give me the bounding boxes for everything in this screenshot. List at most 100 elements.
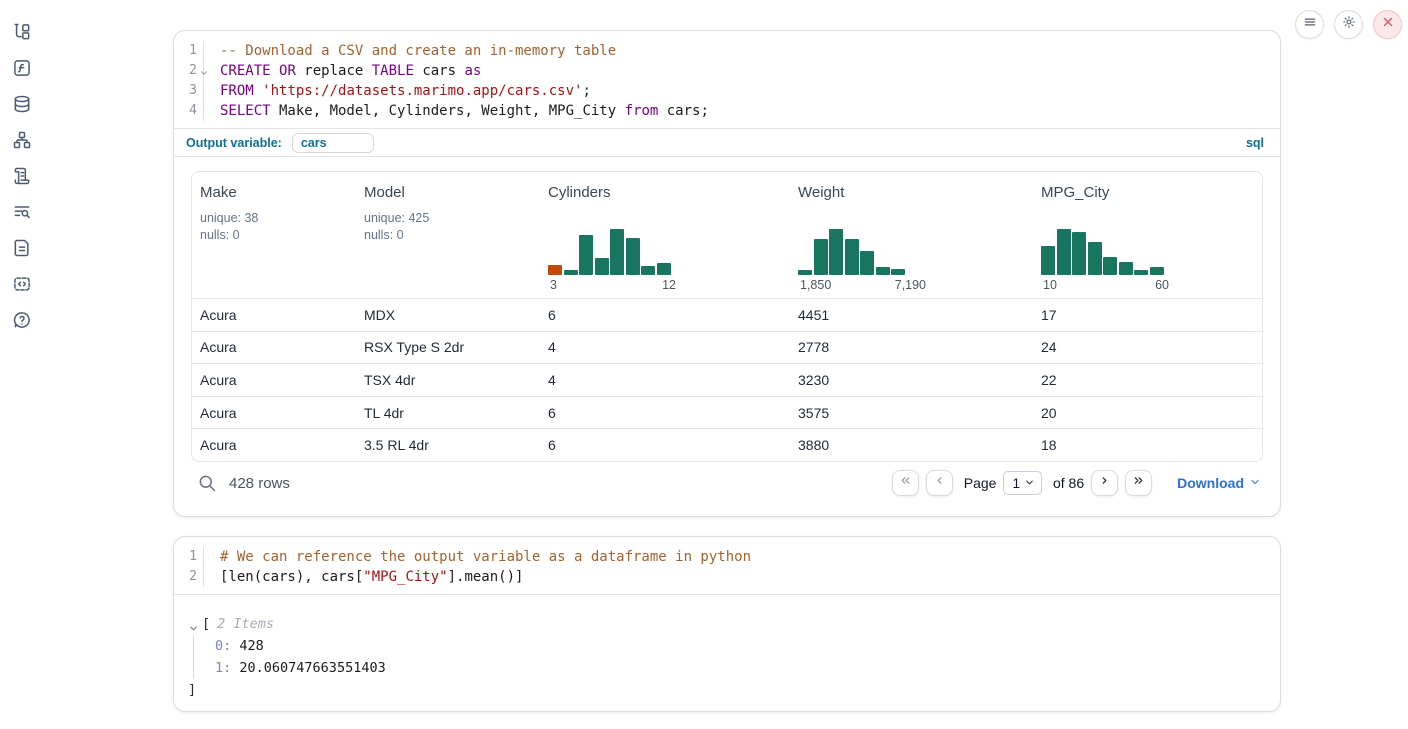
histogram-bar <box>1119 262 1133 275</box>
histogram-bar <box>1057 229 1071 275</box>
language-badge: sql <box>1246 136 1264 150</box>
tree-entries: 0: 428 1: 20.060747663551403 <box>193 635 1280 679</box>
table-cell: Acura <box>192 429 356 461</box>
menu-button[interactable] <box>1295 10 1324 39</box>
row-count: 428 rows <box>229 475 290 492</box>
items-count-label: 2 Items <box>217 613 274 635</box>
logs-icon[interactable] <box>12 202 32 222</box>
python-output-panel: [ 2 Items 0: 428 1: 20.060747663551403 ] <box>174 595 1280 701</box>
column-stats: unique: 425 nulls: 0 <box>364 210 532 244</box>
chevron-down-icon <box>1024 476 1035 491</box>
table-header-row: Make unique: 38 nulls: 0 Model unique: 4… <box>192 172 1262 298</box>
page-label: Page <box>964 475 997 491</box>
chevron-right-icon <box>1098 474 1111 492</box>
column-header-mpg-city[interactable]: MPG_City 1060 <box>1033 172 1262 298</box>
table-footer: 428 rows Page 1 of 86 <box>191 466 1261 500</box>
column-header-cylinders[interactable]: Cylinders 3 12 <box>540 172 790 298</box>
dependency-graph-icon[interactable] <box>12 130 32 150</box>
histogram-bar <box>1088 242 1102 275</box>
table-cell: 3575 <box>790 397 1033 429</box>
previous-page-button[interactable] <box>926 470 953 496</box>
histogram-bar <box>829 229 843 275</box>
snippets-icon[interactable] <box>12 274 32 294</box>
table-row[interactable]: AcuraTL 4dr6357520 <box>192 396 1262 429</box>
column-header-weight[interactable]: Weight 1,8507,190 <box>790 172 1033 298</box>
file-explorer-icon[interactable] <box>12 22 32 42</box>
column-header-make[interactable]: Make unique: 38 nulls: 0 <box>192 172 356 298</box>
histogram-bar <box>798 270 812 275</box>
table-cell: 3880 <box>790 429 1033 461</box>
output-variable-input[interactable] <box>292 133 374 153</box>
histogram-bar <box>891 269 905 275</box>
search-icon[interactable] <box>197 473 217 493</box>
chevrons-right-icon <box>1132 474 1145 492</box>
entry-key: 1: <box>215 660 231 676</box>
histogram-bar <box>548 265 562 275</box>
documentation-icon[interactable] <box>12 238 32 258</box>
table-cell: MDX <box>356 299 540 331</box>
histogram-bar <box>641 266 655 275</box>
table-cell: 4 <box>540 332 790 364</box>
axis-max-label: 12 <box>662 278 676 292</box>
pagination: Page 1 of 86 Download <box>892 470 1261 496</box>
last-page-button[interactable] <box>1125 470 1152 496</box>
entry-value: 428 <box>239 638 263 654</box>
axis-min-label: 1,850 <box>800 278 831 292</box>
fold-chevron-icon[interactable] <box>199 65 209 75</box>
window-controls <box>1295 10 1402 39</box>
table-cell: Acura <box>192 397 356 429</box>
table-cell: TSX 4dr <box>356 364 540 396</box>
line-number-gutter: 12 <box>174 547 204 587</box>
axis-min-label: 3 <box>550 278 557 292</box>
first-page-button[interactable] <box>892 470 919 496</box>
table-cell: 20 <box>1033 397 1262 429</box>
column-header-model[interactable]: Model unique: 425 nulls: 0 <box>356 172 540 298</box>
mpg-city-histogram: 1060 <box>1041 227 1171 292</box>
table-cell: 6 <box>540 429 790 461</box>
tree-collapse-icon[interactable] <box>188 619 199 630</box>
output-variable-label: Output variable: <box>186 136 282 150</box>
variables-icon[interactable] <box>12 58 32 78</box>
help-icon[interactable] <box>12 310 32 330</box>
settings-button[interactable] <box>1334 10 1363 39</box>
table-cell: 22 <box>1033 364 1262 396</box>
table-row[interactable]: AcuraRSX Type S 2dr4277824 <box>192 331 1262 364</box>
page-select[interactable]: 1 <box>1003 471 1042 495</box>
column-label: MPG_City <box>1041 184 1254 201</box>
datasources-icon[interactable] <box>12 94 32 114</box>
shutdown-button[interactable] <box>1373 10 1402 39</box>
outline-icon[interactable] <box>12 166 32 186</box>
next-page-button[interactable] <box>1091 470 1118 496</box>
column-label: Cylinders <box>548 184 782 201</box>
histogram-bar <box>876 267 890 275</box>
histogram-bar <box>610 229 624 275</box>
download-button[interactable]: Download <box>1177 475 1261 491</box>
sql-code-editor[interactable]: 1234 -- Download a CSV and create an in-… <box>174 31 1280 129</box>
table-cell: 4 <box>540 364 790 396</box>
table-row[interactable]: AcuraTSX 4dr4323022 <box>192 363 1262 396</box>
table-cell: 2778 <box>790 332 1033 364</box>
table-cell: 4451 <box>790 299 1033 331</box>
table-row[interactable]: Acura3.5 RL 4dr6388018 <box>192 428 1262 461</box>
axis-max-label: 60 <box>1155 278 1169 292</box>
cylinders-histogram: 3 12 <box>548 227 678 292</box>
left-sidebar <box>0 0 44 729</box>
chevron-down-icon <box>1249 475 1261 491</box>
column-stats: unique: 38 nulls: 0 <box>200 210 348 244</box>
table-row[interactable]: AcuraMDX6445117 <box>192 298 1262 331</box>
sql-cell: 1234 -- Download a CSV and create an in-… <box>173 30 1281 517</box>
python-code-editor[interactable]: 12 # We can reference the output variabl… <box>174 537 1280 595</box>
histogram-bar <box>814 239 828 275</box>
table-cell: Acura <box>192 299 356 331</box>
result-table: Make unique: 38 nulls: 0 Model unique: 4… <box>191 171 1263 462</box>
axis-max-label: 7,190 <box>895 278 926 292</box>
chevron-left-icon <box>933 474 946 492</box>
python-cell: 12 # We can reference the output variabl… <box>173 536 1281 712</box>
histogram-bar <box>845 239 859 275</box>
page-total-label: of 86 <box>1053 475 1084 491</box>
output-variable-row: Output variable: sql <box>174 129 1280 157</box>
line-number-gutter: 1234 <box>174 41 204 121</box>
close-icon <box>1381 15 1395 34</box>
histogram-bar <box>579 235 593 275</box>
table-cell: 3.5 RL 4dr <box>356 429 540 461</box>
